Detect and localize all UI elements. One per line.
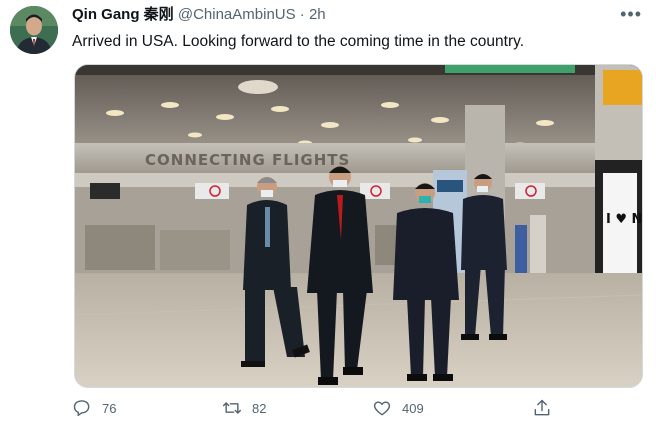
share-button[interactable] xyxy=(532,398,562,418)
tweet-actions: 76 82 409 xyxy=(72,398,552,422)
author-name[interactable]: Qin Gang 秦刚 xyxy=(72,6,174,23)
tweet-header: Qin Gang 秦刚 @ChinaAmbinUS · 2h xyxy=(72,6,326,24)
reply-button[interactable]: 76 xyxy=(72,398,116,418)
author-handle[interactable]: @ChinaAmbinUS xyxy=(178,6,296,23)
separator-dot: · xyxy=(299,6,305,23)
i-love-ny-poster: I ♥ NY xyxy=(606,212,642,227)
connecting-flights-sign: CONNECTING FLIGHTS xyxy=(145,151,350,169)
like-icon xyxy=(373,401,391,416)
retweet-icon xyxy=(222,402,242,414)
retweet-count: 82 xyxy=(252,400,267,416)
retweet-button[interactable]: 82 xyxy=(222,398,266,418)
like-button[interactable]: 409 xyxy=(372,398,424,418)
reply-icon xyxy=(73,400,90,417)
reply-count: 76 xyxy=(102,400,117,416)
avatar[interactable] xyxy=(10,6,58,54)
tweet-photo[interactable]: CONNECTING FLIGHTS I ♥ NY xyxy=(74,64,643,388)
tweet-timestamp[interactable]: 2h xyxy=(309,6,326,23)
tweet-text: Arrived in USA. Looking forward to the c… xyxy=(72,33,525,50)
more-icon[interactable]: ••• xyxy=(620,4,642,25)
share-icon xyxy=(534,399,550,416)
like-count: 409 xyxy=(402,400,424,416)
